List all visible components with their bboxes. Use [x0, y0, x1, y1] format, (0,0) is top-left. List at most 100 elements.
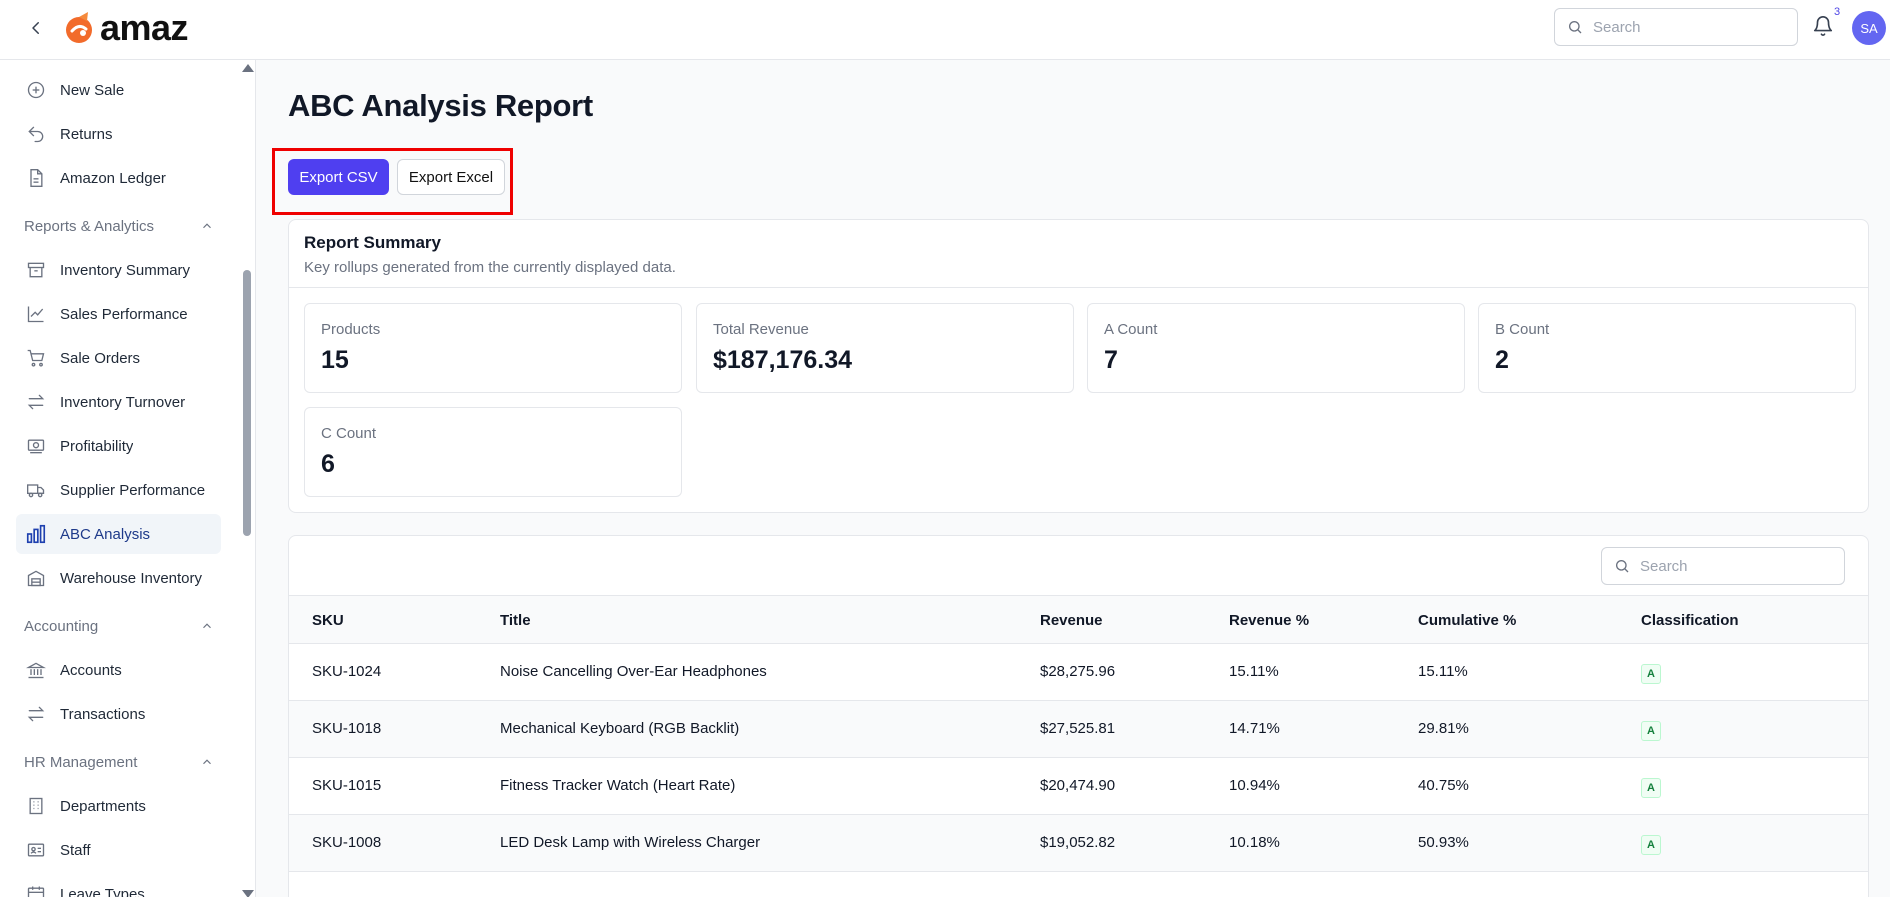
chevron-up-icon	[203, 623, 211, 629]
sidebar-item-abc-analysis[interactable]: ABC Analysis	[16, 514, 221, 554]
export-csv-button[interactable]: Export CSV	[288, 159, 389, 195]
archive-icon	[24, 258, 48, 282]
export-excel-button[interactable]: Export Excel	[397, 159, 505, 195]
sidebar-item-accounts[interactable]: Accounts	[16, 650, 221, 690]
logo-mark-icon	[66, 12, 92, 43]
sidebar-item-new-sale[interactable]: New Sale	[16, 70, 221, 110]
trend-chart-icon	[24, 302, 48, 326]
section-label: Reports & Analytics	[24, 217, 155, 235]
sidebar-item-inventory-turnover[interactable]: Inventory Turnover	[16, 382, 221, 422]
bar-chart-icon	[24, 522, 48, 546]
sidebar-item-sale-orders[interactable]: Sale Orders	[16, 338, 221, 378]
logo-text: amaz	[100, 7, 189, 48]
cell-sku: SKU-1008	[312, 834, 382, 851]
stat-total-revenue: Total Revenue $187,176.34	[696, 303, 1074, 393]
sidebar-item-leave-types[interactable]: Leave Types	[16, 874, 221, 897]
column-header-title[interactable]: Title	[500, 612, 531, 629]
sidebar-item-label: ABC Analysis	[60, 525, 151, 543]
column-header-revenue-pct[interactable]: Revenue %	[1229, 612, 1309, 629]
sidebar-item-label: Inventory Summary	[60, 261, 191, 279]
cell-revenue-pct: 10.18%	[1229, 834, 1280, 851]
global-search-input[interactable]	[1593, 18, 1773, 36]
sidebar-item-label: Sales Performance	[60, 305, 188, 323]
swap-arrows-icon	[24, 702, 48, 726]
sidebar-item-returns[interactable]: Returns	[16, 114, 221, 154]
sidebar-item-staff[interactable]: Staff	[16, 830, 221, 870]
global-search[interactable]	[1554, 8, 1798, 46]
sidebar-item-profitability[interactable]: Profitability	[16, 426, 221, 466]
table-row[interactable]: SKU-1018 Mechanical Keyboard (RGB Backli…	[289, 701, 1868, 758]
cart-icon	[24, 346, 48, 370]
column-header-cumulative-pct[interactable]: Cumulative %	[1418, 612, 1516, 629]
report-summary-card: Report Summary Key rollups generated fro…	[288, 219, 1869, 513]
cell-title: Mechanical Keyboard (RGB Backlit)	[500, 720, 740, 737]
document-icon	[24, 166, 48, 190]
cell-sku: SKU-1024	[312, 663, 382, 680]
column-header-sku[interactable]: SKU	[312, 612, 344, 629]
section-accounting[interactable]: Accounting	[24, 614, 214, 638]
undo-icon	[24, 122, 48, 146]
back-button[interactable]	[24, 16, 48, 40]
sidebar-item-sales-performance[interactable]: Sales Performance	[16, 294, 221, 334]
table-row[interactable]: SKU-1015 Fitness Tracker Watch (Heart Ra…	[289, 758, 1868, 815]
stat-value: 2	[1495, 346, 1509, 374]
sidebar-item-label: Profitability	[60, 437, 134, 455]
stat-b-count: B Count 2	[1478, 303, 1856, 393]
sidebar-item-label: Transactions	[60, 705, 146, 723]
table-row[interactable]: SKU-1008 LED Desk Lamp with Wireless Cha…	[289, 815, 1868, 872]
stat-value: 6	[321, 450, 335, 478]
classification-badge: A	[1641, 835, 1661, 855]
table-search[interactable]	[1601, 547, 1845, 585]
sidebar-item-label: Accounts	[60, 661, 122, 679]
sidebar-item-warehouse-inventory[interactable]: Warehouse Inventory	[16, 558, 221, 598]
classification-badge: A	[1641, 778, 1661, 798]
page-title: ABC Analysis Report	[288, 88, 593, 123]
section-label: Accounting	[24, 617, 99, 635]
sidebar-item-label: Departments	[60, 797, 146, 815]
cell-revenue: $20,474.90	[1040, 777, 1116, 794]
cell-sku: SKU-1015	[312, 777, 382, 794]
sidebar-scrollbar[interactable]	[242, 64, 254, 897]
stat-label: Total Revenue	[713, 321, 809, 338]
summary-subtitle: Key rollups generated from the currently…	[304, 259, 676, 276]
scrollbar-thumb[interactable]	[243, 270, 251, 536]
sidebar-item-departments[interactable]: Departments	[16, 786, 221, 826]
user-avatar[interactable]: SA	[1852, 11, 1886, 45]
cell-revenue-pct: 15.11%	[1229, 663, 1279, 680]
divider	[289, 287, 1868, 288]
plus-circle-icon	[24, 78, 48, 102]
classification-badge: A	[1641, 664, 1661, 684]
sidebar-item-transactions[interactable]: Transactions	[16, 694, 221, 734]
scroll-up-arrow-icon[interactable]	[242, 64, 254, 72]
notifications-button[interactable]	[1812, 15, 1838, 41]
swap-arrows-icon	[24, 390, 48, 414]
column-header-classification[interactable]: Classification	[1641, 612, 1739, 629]
sidebar-item-supplier-performance[interactable]: Supplier Performance	[16, 470, 221, 510]
calendar-icon	[24, 882, 48, 897]
stat-a-count: A Count 7	[1087, 303, 1465, 393]
section-reports-analytics[interactable]: Reports & Analytics	[24, 214, 214, 238]
sidebar-item-label: New Sale	[60, 81, 125, 99]
scroll-down-arrow-icon[interactable]	[242, 890, 254, 897]
table-search-input[interactable]	[1640, 557, 1820, 575]
stat-label: Products	[321, 321, 381, 338]
sidebar-item-label: Returns	[60, 125, 113, 143]
sidebar-item-amazon-ledger[interactable]: Amazon Ledger	[16, 158, 221, 198]
sidebar: New Sale Returns Amazon Ledger Reports &…	[0, 60, 256, 897]
app-logo[interactable]: amaz	[62, 7, 189, 48]
sidebar-item-inventory-summary[interactable]: Inventory Summary	[16, 250, 221, 290]
classification-badge: A	[1641, 721, 1661, 741]
cell-sku: SKU-1018	[312, 720, 382, 737]
top-bar: amaz 3 SA	[0, 0, 1890, 60]
table-row[interactable]: SKU-1024 Noise Cancelling Over-Ear Headp…	[289, 644, 1868, 701]
stat-label: A Count	[1104, 321, 1158, 338]
cell-revenue: $28,275.96	[1040, 663, 1116, 680]
chevron-up-icon	[203, 223, 211, 229]
section-hr-management[interactable]: HR Management	[24, 750, 214, 774]
column-header-revenue[interactable]: Revenue	[1040, 612, 1103, 629]
section-label: HR Management	[24, 753, 138, 771]
stat-value: 7	[1104, 346, 1118, 374]
chevron-up-icon	[203, 759, 211, 765]
cell-cumulative-pct: 15.11%	[1418, 663, 1468, 680]
cell-revenue-pct: 10.94%	[1229, 777, 1280, 794]
